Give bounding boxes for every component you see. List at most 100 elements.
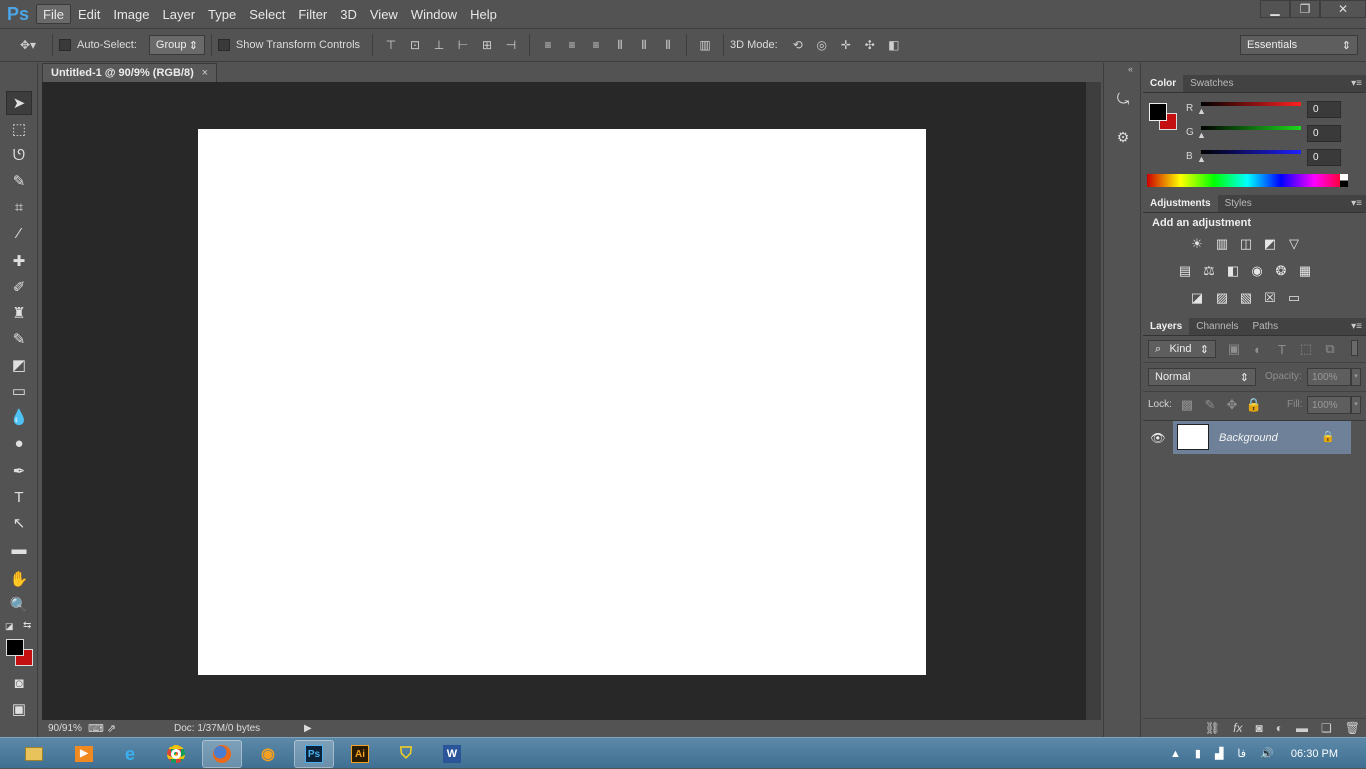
- auto-select-checkbox[interactable]: [59, 39, 71, 51]
- slider-handle-icon[interactable]: ▲: [1197, 130, 1206, 140]
- quick-mask-icon[interactable]: ◙: [6, 671, 32, 695]
- blender-icon[interactable]: ◉: [248, 740, 288, 768]
- minimize-button[interactable]: ▁: [1260, 0, 1290, 18]
- menu-window[interactable]: Window: [405, 4, 463, 24]
- delete-layer-icon[interactable]: 🗑: [1345, 721, 1360, 735]
- levels-icon[interactable]: ▥: [1213, 236, 1231, 252]
- quick-selection-tool-icon[interactable]: ✎: [6, 169, 32, 193]
- move-tool-icon[interactable]: ➤: [6, 91, 32, 115]
- properties-panel-icon[interactable]: ⚙: [1113, 127, 1133, 147]
- restore-button[interactable]: ❐: [1290, 0, 1320, 18]
- default-colors-icon[interactable]: ◪: [5, 621, 14, 632]
- distribute-right-icon[interactable]: ⫴: [656, 34, 680, 56]
- history-panel-icon[interactable]: ⤿: [1113, 89, 1133, 109]
- tab-adjustments[interactable]: Adjustments: [1143, 195, 1218, 212]
- gradient-map-icon[interactable]: ▭: [1285, 290, 1303, 306]
- 3d-scale-icon[interactable]: ◧: [882, 34, 906, 56]
- panel-menu-icon[interactable]: ▾≡: [1351, 195, 1366, 212]
- opacity-dropdown-arrow-icon[interactable]: ▾: [1351, 368, 1361, 386]
- lock-transparent-icon[interactable]: ▩: [1178, 397, 1196, 413]
- menu-filter[interactable]: Filter: [292, 4, 333, 24]
- color-spectrum-ramp[interactable]: [1147, 174, 1348, 187]
- eraser-tool-icon[interactable]: ◩: [6, 353, 32, 377]
- spectrum-black-white[interactable]: [1340, 174, 1348, 187]
- blue-slider[interactable]: [1201, 150, 1301, 154]
- lock-image-icon[interactable]: ✎: [1201, 397, 1219, 413]
- align-left-icon[interactable]: ⊢: [451, 34, 475, 56]
- brightness-contrast-icon[interactable]: ☀: [1188, 236, 1206, 252]
- lock-position-icon[interactable]: ✥: [1223, 397, 1241, 413]
- tab-styles[interactable]: Styles: [1218, 195, 1259, 212]
- distribute-top-icon[interactable]: ≡: [536, 34, 560, 56]
- foreground-color-swatch[interactable]: [6, 639, 24, 656]
- menu-type[interactable]: Type: [202, 4, 242, 24]
- green-value-input[interactable]: 0: [1307, 125, 1341, 142]
- healing-brush-tool-icon[interactable]: ✚: [6, 249, 32, 273]
- foreground-color-chip[interactable]: [1149, 103, 1167, 121]
- move-tool-preset-icon[interactable]: ✥▾: [10, 34, 46, 56]
- exposure-icon[interactable]: ◩: [1261, 236, 1279, 252]
- photo-filter-icon[interactable]: ◉: [1248, 263, 1266, 279]
- align-right-icon[interactable]: ⊣: [499, 34, 523, 56]
- distribute-left-icon[interactable]: ⫴: [608, 34, 632, 56]
- brush-tool-icon[interactable]: ✐: [6, 275, 32, 299]
- menu-view[interactable]: View: [364, 4, 404, 24]
- new-group-icon[interactable]: ▬: [1296, 721, 1308, 735]
- zoom-tool-icon[interactable]: 🔍: [6, 593, 32, 617]
- green-slider[interactable]: [1201, 126, 1301, 130]
- color-lookup-icon[interactable]: ▦: [1296, 263, 1314, 279]
- 3d-drag-icon[interactable]: ✛: [834, 34, 858, 56]
- filter-toggle[interactable]: [1351, 340, 1358, 356]
- auto-align-icon[interactable]: ▥: [693, 34, 717, 56]
- volume-icon[interactable]: 🔊: [1260, 747, 1274, 760]
- distribute-vcenter-icon[interactable]: ≡: [560, 34, 584, 56]
- close-tab-icon[interactable]: ×: [202, 67, 208, 79]
- hue-saturation-icon[interactable]: ▤: [1176, 263, 1194, 279]
- layer-filter-dropdown[interactable]: ⌕ Kind ⇕: [1148, 340, 1216, 358]
- marquee-tool-icon[interactable]: ⬚: [6, 117, 32, 141]
- menu-file[interactable]: File: [36, 4, 71, 24]
- word-icon[interactable]: W: [432, 740, 472, 768]
- selective-color-icon[interactable]: ☒: [1261, 290, 1279, 306]
- layer-name[interactable]: Background: [1219, 432, 1278, 444]
- dodge-tool-icon[interactable]: ●: [6, 431, 32, 455]
- align-vcenter-icon[interactable]: ⊡: [403, 34, 427, 56]
- distribute-bottom-icon[interactable]: ≡: [584, 34, 608, 56]
- workspace-dropdown[interactable]: Essentials ⇕: [1240, 35, 1358, 55]
- align-top-icon[interactable]: ⊤: [379, 34, 403, 56]
- tab-layers[interactable]: Layers: [1143, 318, 1190, 335]
- file-explorer-icon[interactable]: [14, 740, 54, 768]
- distribute-hcenter-icon[interactable]: ⫴: [632, 34, 656, 56]
- status-menu-arrow-icon[interactable]: ▶: [304, 723, 312, 734]
- color-balance-icon[interactable]: ⚖: [1200, 263, 1218, 279]
- show-hidden-icons-icon[interactable]: ▲: [1170, 748, 1181, 760]
- slider-handle-icon[interactable]: ▲: [1197, 106, 1206, 116]
- channel-mixer-icon[interactable]: ❂: [1272, 263, 1290, 279]
- blur-tool-icon[interactable]: 💧: [6, 405, 32, 429]
- invert-icon[interactable]: ◪: [1188, 290, 1206, 306]
- firefox-icon[interactable]: [202, 740, 242, 768]
- link-layers-icon[interactable]: ⛓: [1205, 721, 1220, 735]
- clock[interactable]: 06:30 PM: [1291, 738, 1338, 769]
- type-tool-icon[interactable]: T: [6, 485, 32, 509]
- gradient-tool-icon[interactable]: ▭: [6, 379, 32, 403]
- pen-tool-icon[interactable]: ✒: [6, 459, 32, 483]
- document-canvas[interactable]: [198, 129, 926, 675]
- new-adjustment-layer-icon[interactable]: ◐: [1276, 721, 1283, 735]
- layer-visibility-eye-icon[interactable]: 👁: [1143, 421, 1173, 454]
- menu-edit[interactable]: Edit: [72, 4, 106, 24]
- panel-menu-icon[interactable]: ▾≡: [1351, 318, 1366, 335]
- close-button[interactable]: ✕: [1320, 0, 1366, 18]
- expand-panels-icon[interactable]: «: [1128, 64, 1133, 74]
- red-value-input[interactable]: 0: [1307, 101, 1341, 118]
- panel-menu-icon[interactable]: ▾≡: [1351, 75, 1366, 92]
- chrome-icon[interactable]: [156, 740, 196, 768]
- menu-image[interactable]: Image: [107, 4, 155, 24]
- auto-select-dropdown[interactable]: Group ⇕: [148, 35, 205, 55]
- add-mask-icon[interactable]: ◙: [1256, 721, 1263, 735]
- filter-adjustment-icon[interactable]: ◐: [1249, 341, 1267, 357]
- history-brush-tool-icon[interactable]: ✎: [6, 327, 32, 351]
- internet-explorer-icon[interactable]: e: [110, 740, 150, 768]
- new-layer-icon[interactable]: ❏: [1321, 721, 1332, 735]
- tab-channels[interactable]: Channels: [1189, 318, 1245, 335]
